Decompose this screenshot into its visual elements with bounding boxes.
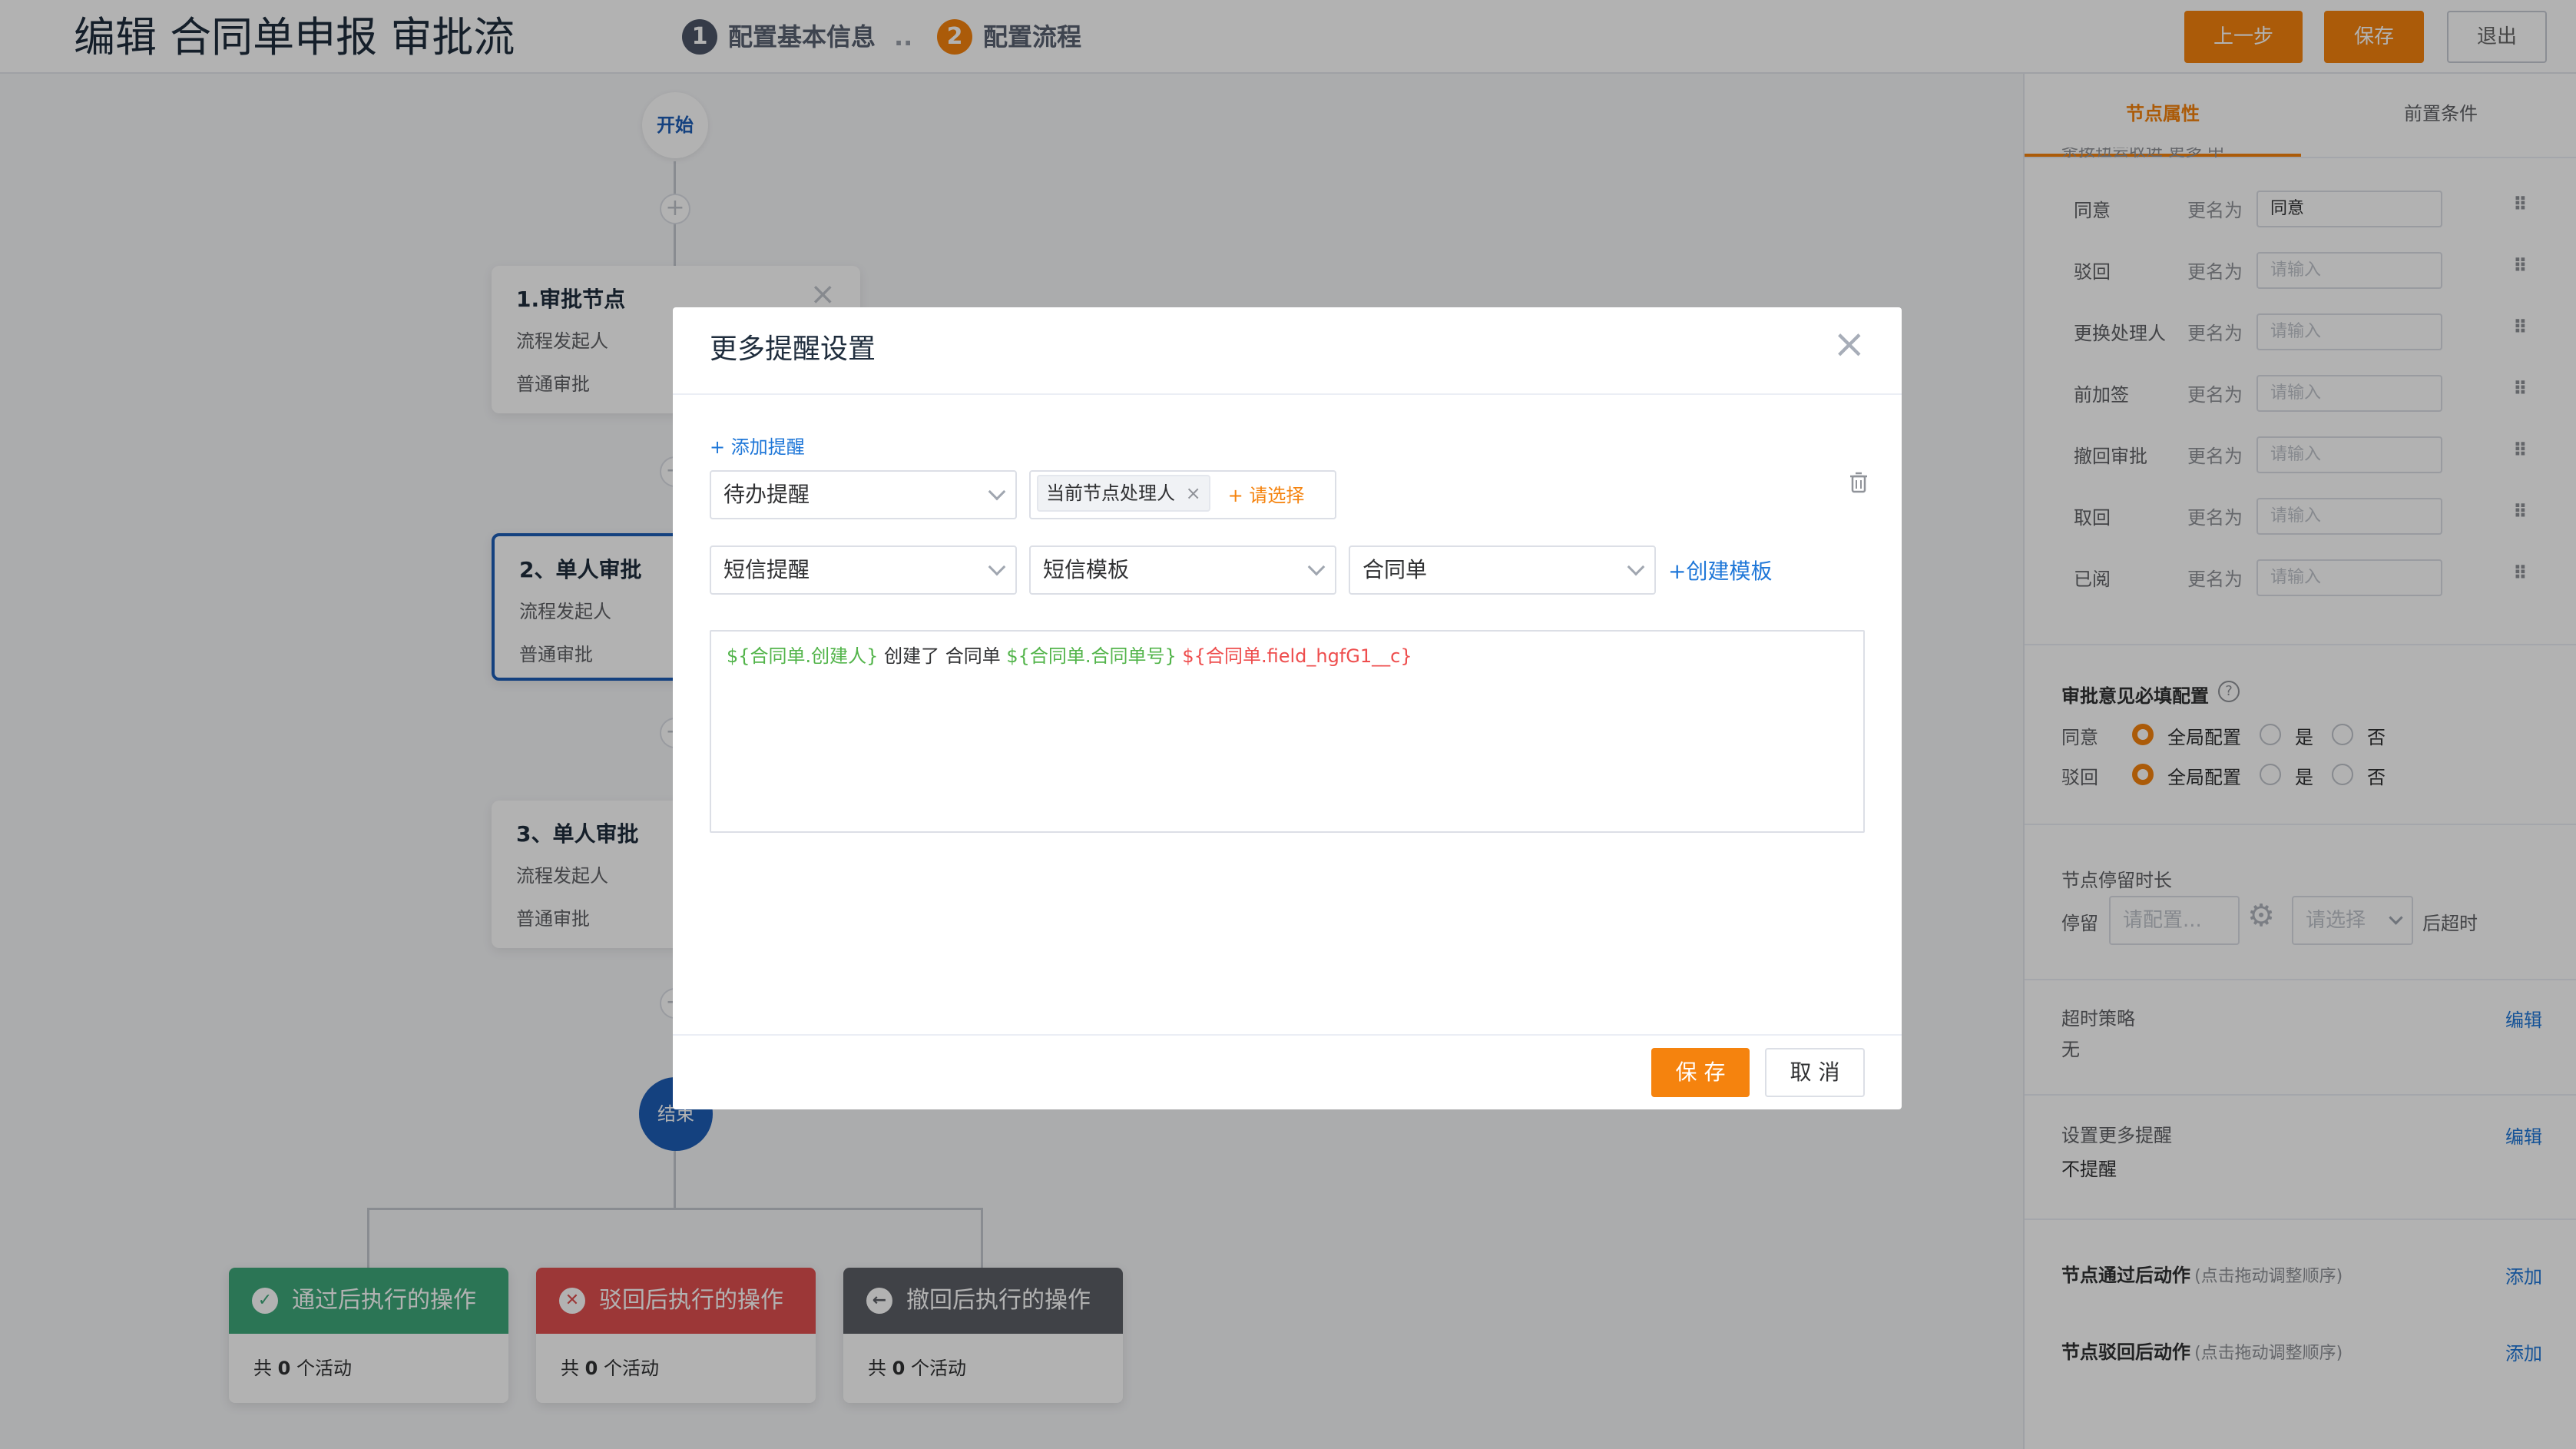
channel-select[interactable]: 短信提醒: [710, 545, 1017, 595]
chevron-down-icon: [1627, 558, 1645, 576]
add-reminder-link[interactable]: + 添加提醒: [710, 432, 805, 459]
divider: [673, 393, 1902, 395]
divider: [673, 1034, 1902, 1036]
select-value: 待办提醒: [723, 482, 810, 507]
recipient-select[interactable]: 当前节点处理人 × + 请选择: [1029, 470, 1336, 519]
template-kind-select[interactable]: 短信模板: [1029, 545, 1336, 595]
template-variable: ${合同单.创建人}: [727, 645, 879, 667]
more-reminders-dialog: 更多提醒设置 × + 添加提醒 待办提醒 当前节点处理人 × + 请选择 短信提…: [673, 307, 1902, 1109]
message-text: 创建了 合同单: [878, 645, 1007, 667]
template-variable-invalid: ${合同单.field_hgfG1__c}: [1182, 645, 1412, 667]
chevron-down-icon: [988, 558, 1006, 576]
reminder-type-select[interactable]: 待办提醒: [710, 470, 1017, 519]
close-icon[interactable]: ×: [1833, 321, 1866, 367]
tag-close-icon[interactable]: ×: [1186, 482, 1201, 504]
dialog-save-button[interactable]: 保 存: [1651, 1048, 1750, 1097]
select-value: 合同单: [1362, 557, 1428, 582]
recipient-tag: 当前节点处理人 ×: [1037, 475, 1210, 512]
add-recipient-link[interactable]: + 请选择: [1228, 485, 1305, 506]
chevron-down-icon: [988, 482, 1006, 501]
dialog-title: 更多提醒设置: [710, 333, 876, 365]
select-value: 短信提醒: [723, 557, 810, 582]
create-template-link[interactable]: +创建模板: [1668, 555, 1772, 585]
template-object-select[interactable]: 合同单: [1349, 545, 1656, 595]
tag-label: 当前节点处理人: [1046, 482, 1175, 504]
template-variable: ${合同单.合同单号}: [1006, 645, 1177, 667]
select-value: 短信模板: [1043, 557, 1130, 582]
chevron-down-icon: [1307, 558, 1326, 576]
trash-icon[interactable]: [1848, 470, 1869, 495]
message-template-editor[interactable]: ${合同单.创建人} 创建了 合同单 ${合同单.合同单号} ${合同单.fie…: [710, 630, 1865, 833]
dialog-cancel-button[interactable]: 取 消: [1765, 1048, 1865, 1097]
